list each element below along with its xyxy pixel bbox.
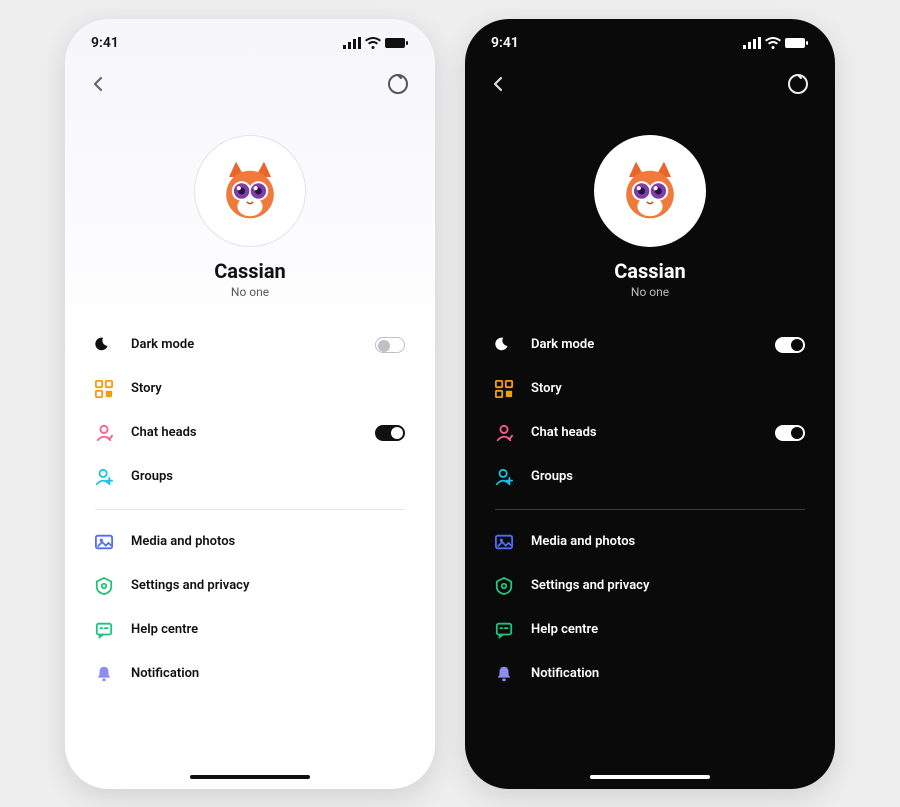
row-groups[interactable]: Groups [495,455,805,499]
media-icon [495,533,521,551]
nav-row [65,51,435,99]
chat-heads-icon [95,424,121,442]
groups-icon [495,468,521,486]
row-label: Dark mode [121,337,375,352]
row-story[interactable]: Story [495,367,805,411]
row-label: Notification [121,666,405,681]
status-time: 9:41 [91,35,119,51]
profile-subtitle: No one [231,285,269,299]
nav-row [465,51,835,99]
moon-icon [495,336,521,354]
row-media[interactable]: Media and photos [495,520,805,564]
row-dark-mode[interactable]: Dark mode [95,323,405,367]
moon-icon [95,336,121,354]
row-label: Chat heads [121,425,375,440]
chat-heads-toggle[interactable] [375,425,405,441]
edit-button[interactable] [787,73,809,99]
settings-icon [95,577,121,595]
row-label: Media and photos [121,534,405,549]
row-groups[interactable]: Groups [95,455,405,499]
row-label: Groups [521,469,805,484]
row-chat-heads[interactable]: Chat heads [495,411,805,455]
row-media[interactable]: Media and photos [95,520,405,564]
edit-circle-icon [387,73,409,95]
settings-list: Dark mode Story Chat heads Groups [465,299,835,696]
groups-icon [95,468,121,486]
avatar-image [203,144,297,238]
row-label: Story [521,381,805,396]
row-settings[interactable]: Settings and privacy [95,564,405,608]
avatar[interactable] [594,135,706,247]
profile-section: Cassian No one [465,99,835,299]
settings-list: Dark mode Story Chat heads Groups [65,299,435,696]
chat-heads-toggle[interactable] [775,425,805,441]
divider [495,509,805,510]
row-settings[interactable]: Settings and privacy [495,564,805,608]
cellular-icon [343,37,361,49]
avatar-illustration [615,156,685,226]
row-story[interactable]: Story [95,367,405,411]
row-label: Settings and privacy [521,578,805,593]
status-icons [343,37,409,49]
divider [95,509,405,510]
status-icons [743,37,809,49]
media-icon [95,533,121,551]
home-indicator[interactable] [190,775,310,779]
settings-icon [495,577,521,595]
dark-mode-toggle[interactable] [375,337,405,353]
phone-dark: 9:41 [465,19,835,789]
bell-icon [495,665,521,683]
home-indicator[interactable] [590,775,710,779]
avatar-illustration [215,156,285,226]
back-button[interactable] [491,76,507,96]
row-dark-mode[interactable]: Dark mode [495,323,805,367]
bell-icon [95,665,121,683]
chevron-left-icon [491,76,507,92]
avatar-image [603,144,697,238]
back-button[interactable] [91,76,107,96]
profile-subtitle: No one [631,285,669,299]
chat-heads-icon [495,424,521,442]
help-icon [495,621,521,639]
edit-circle-icon [787,73,809,95]
story-icon [95,380,121,398]
avatar[interactable] [194,135,306,247]
status-time: 9:41 [491,35,519,51]
phone-light: 9:41 [65,19,435,789]
row-label: Story [121,381,405,396]
wifi-icon [365,37,381,49]
status-bar: 9:41 [65,19,435,51]
row-notification[interactable]: Notification [95,652,405,696]
profile-section: Cassian No one [65,99,435,299]
battery-icon [785,37,809,49]
row-notification[interactable]: Notification [495,652,805,696]
wifi-icon [765,37,781,49]
row-help[interactable]: Help centre [95,608,405,652]
row-help[interactable]: Help centre [495,608,805,652]
row-label: Help centre [521,622,805,637]
row-label: Settings and privacy [121,578,405,593]
chevron-left-icon [91,76,107,92]
status-bar: 9:41 [465,19,835,51]
row-label: Dark mode [521,337,775,352]
row-label: Help centre [121,622,405,637]
dark-mode-toggle[interactable] [775,337,805,353]
story-icon [495,380,521,398]
cellular-icon [743,37,761,49]
row-chat-heads[interactable]: Chat heads [95,411,405,455]
row-label: Groups [121,469,405,484]
battery-icon [385,37,409,49]
row-label: Chat heads [521,425,775,440]
profile-name: Cassian [214,259,286,283]
row-label: Notification [521,666,805,681]
profile-name: Cassian [614,259,686,283]
help-icon [95,621,121,639]
row-label: Media and photos [521,534,805,549]
edit-button[interactable] [387,73,409,99]
